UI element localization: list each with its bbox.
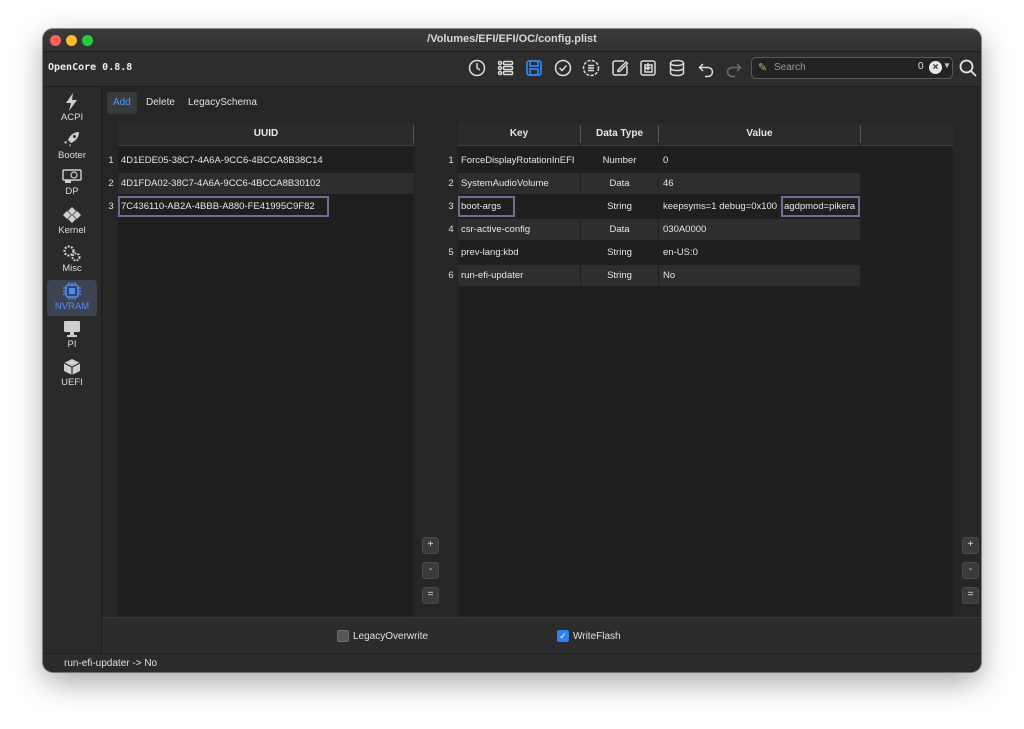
sidebar-item-pi[interactable]: PI — [47, 318, 97, 354]
chip-icon — [63, 282, 81, 300]
value-cell[interactable]: en-US:0 — [659, 242, 860, 263]
cube-icon — [63, 359, 81, 375]
key-cell[interactable]: SystemAudioVolume — [458, 173, 580, 194]
sidebar-item-acpi[interactable]: ACPI — [47, 91, 97, 127]
kv-add-button[interactable]: + — [962, 537, 979, 554]
uuid-remove-button[interactable]: - — [422, 562, 439, 579]
save-icon[interactable] — [523, 57, 545, 79]
status-bar: run-efi-updater -> No — [43, 653, 981, 672]
sidebar-item-label: Misc — [62, 263, 82, 274]
empty-column-header — [861, 123, 953, 146]
key-cell[interactable]: run-efi-updater — [458, 265, 580, 286]
uuid-cell-selected[interactable]: 7C436110-AB2A-4BBB-A880-FE41995C9F82 — [118, 196, 329, 217]
sidebar-item-label: Booter — [58, 150, 86, 161]
type-cell[interactable]: Data — [581, 173, 658, 194]
uuid-equal-button[interactable]: = — [422, 587, 439, 604]
type-cell[interactable]: String — [581, 242, 658, 263]
tab-delete[interactable]: Delete — [140, 92, 181, 114]
legacy-overwrite-checkbox[interactable]: LegacyOverwrite — [337, 629, 428, 643]
key-cell[interactable]: csr-active-config — [458, 219, 580, 240]
sidebar-item-uefi[interactable]: UEFI — [47, 356, 97, 392]
type-cell[interactable]: String — [581, 196, 658, 217]
search-result-count: 0 — [918, 61, 924, 72]
checkbox-label: WriteFlash — [573, 630, 621, 642]
lightning-icon — [66, 93, 77, 111]
history-icon[interactable] — [466, 57, 488, 79]
undo-icon[interactable] — [695, 57, 717, 79]
tab-add[interactable]: Add — [107, 92, 137, 114]
tab-legacyschema[interactable]: LegacySchema — [182, 92, 263, 114]
key-cell[interactable]: ForceDisplayRotationInEFI — [458, 150, 580, 171]
value-cell[interactable]: 030A0000 — [659, 219, 860, 240]
sidebar-item-booter[interactable]: Booter — [47, 129, 97, 165]
uuid-column-header[interactable]: UUID — [118, 123, 414, 146]
puzzle-icon — [63, 207, 81, 223]
checkbox-checked-icon: ✓ — [557, 630, 569, 642]
sidebar: ACPI Booter DP Kernel Misc NVRAM PI UEFI — [43, 87, 102, 653]
search-icon[interactable] — [958, 58, 978, 78]
write-flash-checkbox[interactable]: ✓ WriteFlash — [557, 629, 621, 643]
clear-search-icon[interactable]: × — [929, 61, 942, 74]
window-title: /Volumes/EFI/EFI/OC/config.plist — [427, 33, 597, 45]
sidebar-item-kernel[interactable]: Kernel — [47, 204, 97, 240]
search-box: ✎ 0 × ▼ — [751, 57, 953, 79]
title-bar: /Volumes/EFI/EFI/OC/config.plist — [43, 29, 981, 52]
data-type-column-header[interactable]: Data Type — [581, 123, 658, 146]
sidebar-item-label: PI — [67, 339, 77, 350]
search-broom-icon: ✎ — [758, 62, 768, 74]
import-icon[interactable] — [637, 57, 659, 79]
type-cell[interactable]: Number — [581, 150, 658, 171]
value-cell[interactable]: 0 — [659, 150, 860, 171]
value-cell[interactable]: keepsyms=1 debug=0x100 — [659, 196, 781, 217]
kv-remove-button[interactable]: - — [962, 562, 979, 579]
type-cell[interactable]: String — [581, 265, 658, 286]
sidebar-item-label: NVRAM — [54, 301, 90, 312]
uuid-cell[interactable]: 4D1EDE05-38C7-4A6A-9CC6-4BCCA8B38C14 — [118, 150, 414, 171]
sidebar-item-label: DP — [65, 186, 79, 197]
toolbar: OpenCore 0.8.8 ✎ Search 0 × ▼ — [43, 52, 981, 87]
main-content: Add Delete LegacySchema UUID 1 2 3 4D1ED… — [102, 87, 981, 653]
options-bar: LegacyOverwrite ✓ WriteFlash — [102, 617, 981, 654]
checkbox-label: LegacyOverwrite — [353, 630, 429, 642]
value-column-header[interactable]: Value — [659, 123, 860, 146]
sidebar-item-nvram[interactable]: NVRAM — [47, 280, 97, 316]
key-cell-selected[interactable]: boot-args — [458, 196, 515, 217]
uuid-add-button[interactable]: + — [422, 537, 439, 554]
app-version: OpenCore 0.8.8 — [48, 62, 133, 73]
value-cell-selected-part[interactable]: agdpmod=pikera — [781, 196, 860, 217]
value-cell[interactable]: 46 — [659, 173, 860, 194]
clipboard-list-icon[interactable] — [580, 57, 602, 79]
sidebar-item-label: UEFI — [61, 377, 83, 388]
kv-equal-button[interactable]: = — [962, 587, 979, 604]
search-options-chevron-icon[interactable]: ▼ — [943, 61, 951, 70]
list-icon[interactable] — [494, 57, 516, 79]
type-cell[interactable]: Data — [581, 219, 658, 240]
key-column-header[interactable]: Key — [458, 123, 580, 146]
database-icon[interactable] — [666, 57, 688, 79]
sidebar-item-misc[interactable]: Misc — [47, 242, 97, 278]
redo-icon[interactable] — [723, 57, 745, 79]
sidebar-item-label: ACPI — [60, 112, 84, 123]
monitor-icon — [64, 321, 80, 337]
checkmark-icon[interactable] — [552, 57, 574, 79]
checkbox-unchecked — [337, 630, 349, 642]
status-text: run-efi-updater -> No — [64, 658, 158, 669]
key-cell[interactable]: prev-lang:kbd — [458, 242, 580, 263]
value-cell[interactable]: No — [659, 265, 860, 286]
column-separator — [413, 125, 414, 143]
app-window: /Volumes/EFI/EFI/OC/config.plist OpenCor… — [43, 29, 981, 672]
sidebar-item-dp[interactable]: DP — [47, 165, 97, 201]
search-input[interactable] — [774, 60, 914, 74]
uuid-cell[interactable]: 4D1FDA02-38C7-4A6A-9CC6-4BCCA8B30102 — [118, 173, 414, 194]
sidebar-item-label: Kernel — [58, 225, 86, 236]
rocket-icon — [64, 132, 79, 147]
gears-icon — [63, 245, 81, 262]
edit-document-icon[interactable] — [609, 57, 631, 79]
gpu-card-icon — [62, 169, 82, 183]
